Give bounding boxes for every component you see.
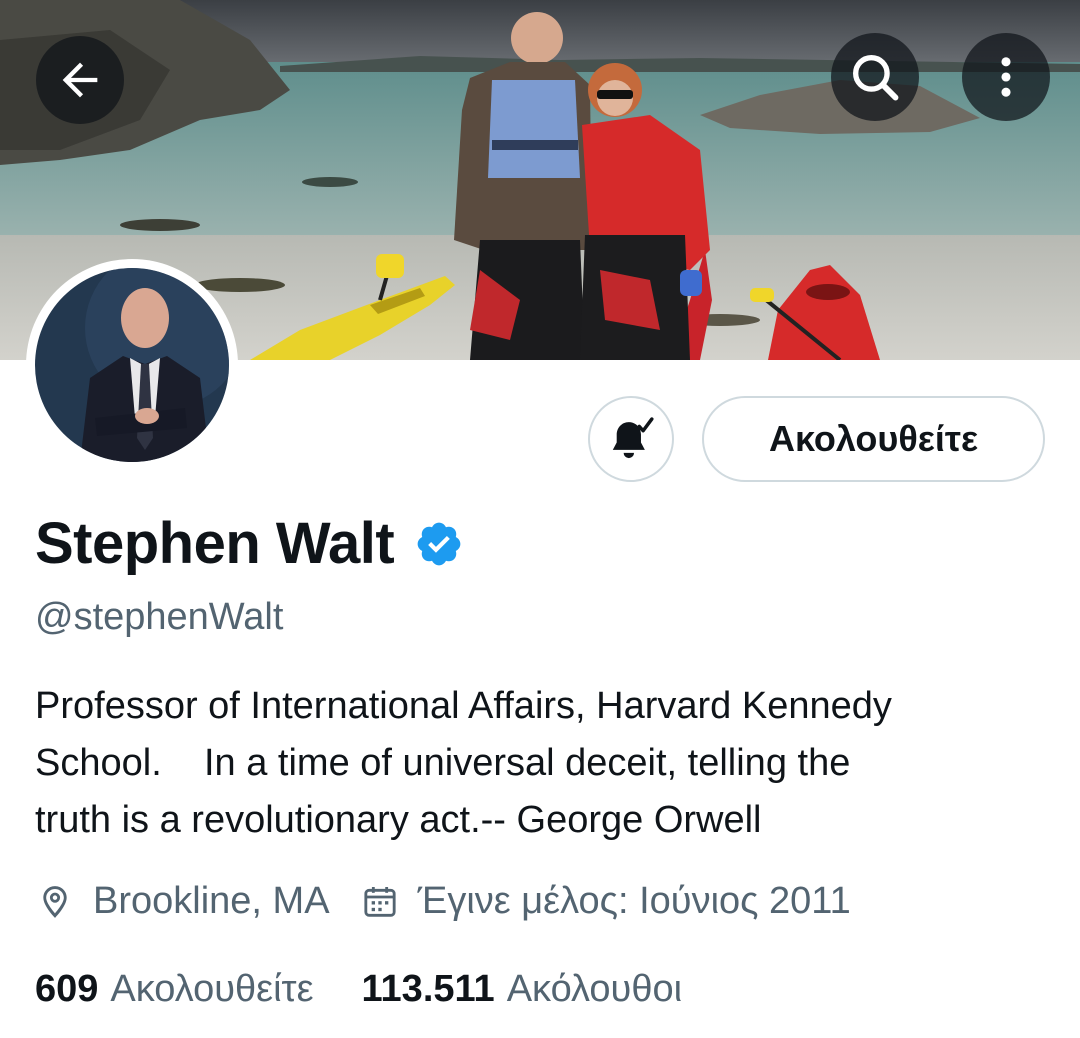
following-count: 609 [35, 968, 99, 1010]
profile-joined-date: Έγινε μέλος: Ιούνιος 2011 [417, 880, 851, 922]
following-stat-link[interactable]: 609 Ακολουθείτε [35, 968, 314, 1011]
profile-stats: 609 Ακολουθείτε 113.511 Ακόλουθοι [35, 968, 682, 1011]
followers-count: 113.511 [361, 968, 495, 1010]
profile-location: Brookline, MA [93, 880, 330, 922]
following-button-label: Ακολουθείτε [768, 418, 979, 459]
bio-line: School. In a time of universal deceit, t… [35, 742, 851, 784]
profile-meta: Brookline, MA Έγινε μέλος: Ιούνιος 2011 [35, 880, 851, 923]
profile-bio: Professor of International Affairs, Harv… [35, 678, 1055, 849]
back-button[interactable] [36, 36, 124, 124]
followers-label: Ακόλουθοι [506, 968, 683, 1010]
profile-name-row: Stephen Walt [35, 510, 464, 577]
location-pin-icon [43, 885, 67, 918]
bio-line: Professor of International Affairs, Harv… [35, 685, 892, 727]
notifications-button[interactable] [588, 396, 674, 482]
profile-name: Stephen Walt [35, 511, 395, 576]
following-label: Ακολουθείτε [110, 968, 314, 1010]
more-vertical-icon [1001, 57, 1011, 97]
bell-check-icon [612, 417, 654, 459]
calendar-icon [363, 886, 396, 917]
avatar-photo [35, 268, 229, 462]
arrow-left-icon [62, 62, 98, 98]
search-icon [853, 55, 899, 101]
search-button[interactable] [831, 33, 919, 121]
more-options-button[interactable] [962, 33, 1050, 121]
following-button[interactable]: Ακολουθείτε [702, 396, 1045, 482]
followers-stat-link[interactable]: 113.511 Ακόλουθοι [362, 968, 683, 1011]
profile-handle: @stephenWalt [35, 596, 284, 638]
verified-badge-icon[interactable] [414, 519, 464, 569]
profile-avatar[interactable] [26, 259, 238, 471]
bio-line: truth is a revolutionary act.-- George O… [35, 799, 762, 841]
